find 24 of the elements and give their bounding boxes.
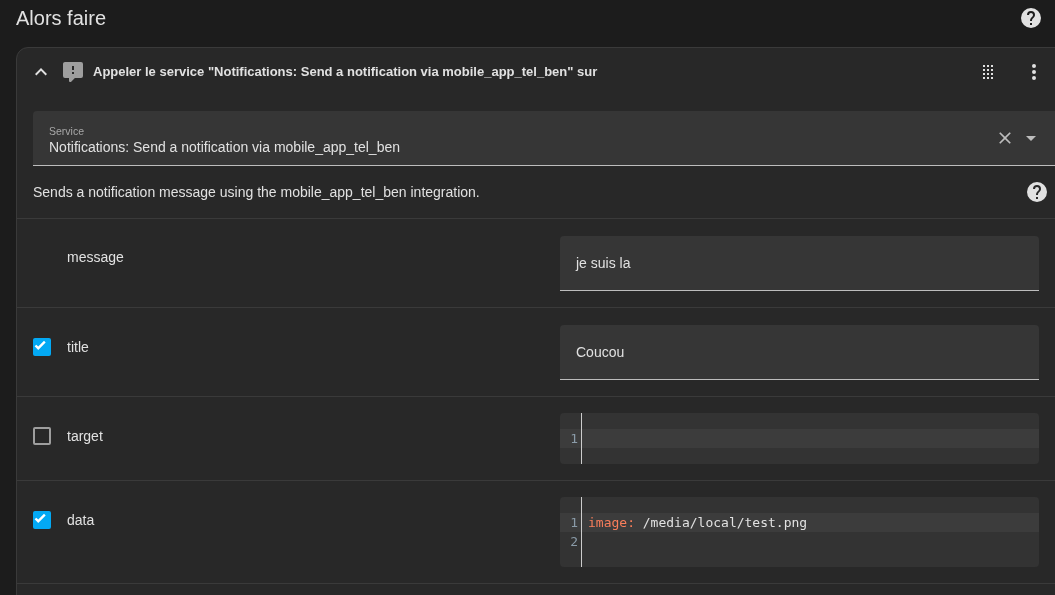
code-line: image: /media/local/test.png — [587, 514, 808, 532]
line-number: 2 — [560, 532, 582, 551]
service-description: Sends a notification message using the mobile_app_tel_ben integration. — [33, 184, 480, 200]
line-number: 1 — [560, 513, 582, 532]
text-field[interactable]: Coucou — [560, 325, 1039, 380]
section-title: Alors faire — [16, 6, 107, 30]
parameter-name: title — [67, 339, 89, 355]
text-field[interactable]: je suis la — [560, 236, 1039, 291]
field-value: Notifications: Send a notification via mobile_app_tel_ben — [49, 139, 401, 155]
help-icon[interactable] — [1019, 6, 1043, 30]
action-title: Appeler le service "Notifications: Send a notification via mobile_app_tel_ben" sur — [93, 64, 599, 79]
code-editor[interactable]: 1 image: /media/local/test.png 2 — [560, 497, 1039, 567]
line-number: 1 — [560, 429, 582, 448]
alert-message-icon — [61, 59, 85, 84]
checkbox[interactable] — [33, 338, 51, 356]
checkbox[interactable] — [33, 427, 51, 445]
checkbox[interactable] — [33, 511, 51, 529]
parameter-name: data — [67, 512, 95, 528]
code-editor[interactable]: 1 — [560, 413, 1039, 464]
help-icon[interactable] — [1025, 180, 1049, 204]
parameter-name: target — [67, 428, 103, 444]
parameter-name: message — [67, 249, 124, 265]
field-label: Service — [49, 125, 85, 137]
service-dropdown[interactable]: Service Notifications: Send a notification via mobile_app_tel_ben — [33, 111, 1055, 166]
